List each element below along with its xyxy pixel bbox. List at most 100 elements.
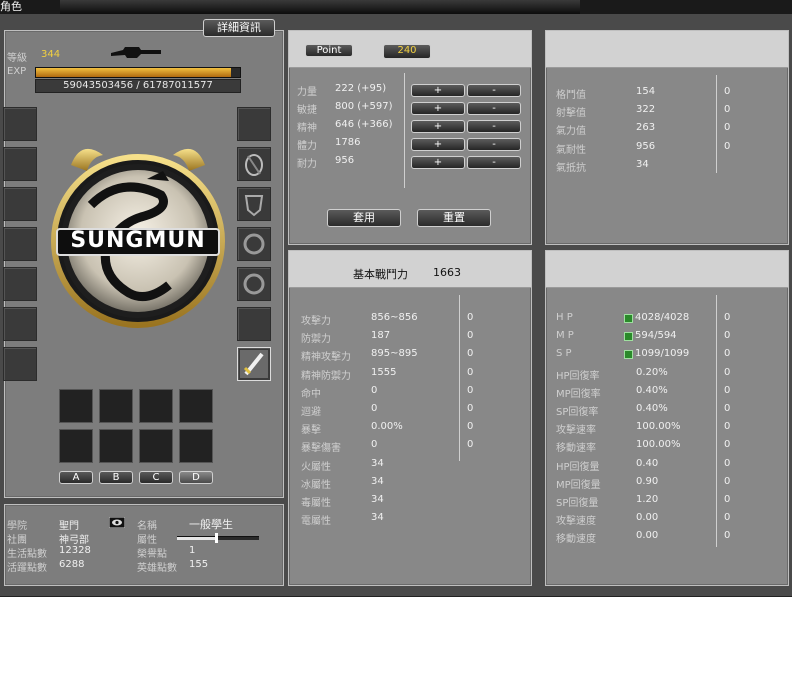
combat-stat-value: 895~895 bbox=[371, 348, 418, 360]
point-value: 240 bbox=[397, 45, 417, 56]
vital-value: 0.40 bbox=[636, 457, 659, 469]
stat-value: 1786 bbox=[335, 137, 361, 148]
quick-slot-6[interactable] bbox=[99, 429, 133, 463]
stat-plus-button[interactable]: + bbox=[411, 120, 465, 133]
vital-value: 0.00 bbox=[636, 530, 659, 542]
reset-button[interactable]: 重置 bbox=[417, 209, 491, 227]
vital-label: SP回復量 bbox=[556, 498, 599, 509]
quick-slot-7[interactable] bbox=[139, 429, 173, 463]
combat-stat-label: 火屬性 bbox=[301, 461, 331, 473]
combat-stat-value: 0 bbox=[371, 439, 378, 451]
eye-icon[interactable] bbox=[109, 517, 125, 528]
combat-stat-bonus: 0 bbox=[467, 439, 474, 451]
attack-stat-label: 格鬥值 bbox=[556, 90, 586, 101]
ring-icon bbox=[243, 233, 265, 255]
combat-stat-value: 0 bbox=[371, 384, 378, 396]
tab-b[interactable]: B bbox=[99, 471, 133, 484]
attack-stat-bonus: 0 bbox=[724, 122, 731, 134]
stat-minus-button[interactable]: - bbox=[467, 120, 521, 133]
equip-slot-left-7[interactable] bbox=[3, 347, 37, 381]
tab-d[interactable]: D bbox=[179, 471, 213, 484]
tab-a[interactable]: A bbox=[59, 471, 93, 484]
combat-stat-value: 1555 bbox=[371, 366, 397, 378]
stat-label: 耐力 bbox=[297, 159, 317, 170]
quick-slot-4[interactable] bbox=[179, 389, 213, 423]
attribute-slider[interactable] bbox=[177, 533, 259, 543]
vital-bonus: 0 bbox=[724, 475, 731, 487]
equip-slot-right-5[interactable] bbox=[237, 267, 271, 301]
vital-value: 0.20% bbox=[636, 366, 668, 378]
exp-bar-fill bbox=[36, 68, 232, 77]
equip-slot-left-1[interactable] bbox=[3, 107, 37, 141]
equip-slot-right-4[interactable] bbox=[237, 227, 271, 261]
vital-value: 100.00% bbox=[636, 439, 681, 451]
detail-info-button[interactable]: 詳細資訊 bbox=[203, 19, 275, 37]
ring-icon bbox=[243, 273, 265, 295]
stat-plus-button[interactable]: + bbox=[411, 84, 465, 97]
quick-slot-5[interactable] bbox=[59, 429, 93, 463]
equip-slot-right-7[interactable] bbox=[237, 347, 271, 381]
equip-slot-right-3[interactable] bbox=[237, 187, 271, 221]
point-badge: Point bbox=[305, 44, 353, 57]
combat-stat-label: 暴擊 bbox=[301, 425, 321, 437]
combat-power-header bbox=[289, 251, 531, 288]
equip-slot-left-3[interactable] bbox=[3, 187, 37, 221]
status-icon bbox=[624, 350, 633, 360]
quick-slot-3[interactable] bbox=[139, 389, 173, 423]
combat-stat-value: 0.00% bbox=[371, 421, 403, 433]
stat-plus-button[interactable]: + bbox=[411, 138, 465, 151]
honor-points-label: 榮譽點 bbox=[137, 549, 167, 560]
stat-minus-button[interactable]: - bbox=[467, 156, 521, 169]
gun-icon bbox=[111, 47, 161, 58]
tab-c[interactable]: C bbox=[139, 471, 173, 484]
stat-plus-button[interactable]: + bbox=[411, 102, 465, 115]
vital-value: 0.90 bbox=[636, 475, 659, 487]
vital-bonus: 0 bbox=[724, 330, 731, 342]
vital-label: SP回復率 bbox=[556, 407, 599, 418]
equip-slot-left-5[interactable] bbox=[3, 267, 37, 301]
stat-minus-button[interactable]: - bbox=[467, 84, 521, 97]
equip-slot-left-6[interactable] bbox=[3, 307, 37, 341]
quick-slot-2[interactable] bbox=[99, 389, 133, 423]
combat-stat-label: 毒屬性 bbox=[301, 498, 331, 509]
equip-slot-right-1[interactable] bbox=[237, 107, 271, 141]
vital-value: 100.00% bbox=[636, 421, 681, 433]
attack-stat-label: 射擊值 bbox=[556, 108, 586, 120]
combat-stat-value: 34 bbox=[371, 475, 384, 487]
quick-slot-8[interactable] bbox=[179, 429, 213, 463]
vital-value: 0.40% bbox=[636, 384, 668, 396]
stat-value: 646 (+366) bbox=[335, 119, 393, 130]
shield-icon bbox=[244, 195, 264, 217]
vitals-header bbox=[546, 251, 788, 288]
equip-slot-right-6[interactable] bbox=[237, 307, 271, 341]
attribute-slider-fill bbox=[177, 537, 217, 540]
combat-stat-label: 電屬性 bbox=[301, 516, 331, 528]
status-icon bbox=[624, 332, 633, 342]
window-title: 角色 bbox=[0, 0, 22, 13]
attribute-label: 屬性 bbox=[137, 535, 157, 546]
equip-slot-right-2[interactable] bbox=[237, 147, 271, 181]
attribute-slider-handle[interactable] bbox=[215, 533, 218, 543]
attack-values-divider bbox=[716, 75, 717, 173]
stat-value: 222 (+95) bbox=[335, 83, 387, 94]
apply-button[interactable]: 套用 bbox=[327, 209, 401, 227]
vital-label: MP回復量 bbox=[556, 479, 601, 491]
attack-stat-label: 氣抵抗 bbox=[556, 162, 586, 174]
stat-plus-button[interactable]: + bbox=[411, 156, 465, 169]
equip-slot-left-2[interactable] bbox=[3, 147, 37, 181]
vital-bonus: 0 bbox=[724, 457, 731, 469]
stat-minus-button[interactable]: - bbox=[467, 102, 521, 115]
combat-stat-value: 0 bbox=[371, 403, 378, 414]
point-value-box: 240 bbox=[383, 44, 431, 59]
stat-minus-button[interactable]: - bbox=[467, 138, 521, 151]
exp-readout: 59043503456 / 61787011577 bbox=[35, 79, 241, 93]
equip-slot-left-4[interactable] bbox=[3, 227, 37, 261]
activity-points-label: 活躍點數 bbox=[7, 563, 47, 574]
vital-bonus: 0 bbox=[724, 494, 731, 505]
quick-slot-1[interactable] bbox=[59, 389, 93, 423]
vital-label: 移動速度 bbox=[556, 534, 596, 546]
stat-value: 800 (+597) bbox=[335, 101, 393, 112]
club-label: 社團 bbox=[7, 535, 27, 546]
stat-label: 敏捷 bbox=[297, 105, 317, 116]
status-icon bbox=[624, 314, 633, 323]
